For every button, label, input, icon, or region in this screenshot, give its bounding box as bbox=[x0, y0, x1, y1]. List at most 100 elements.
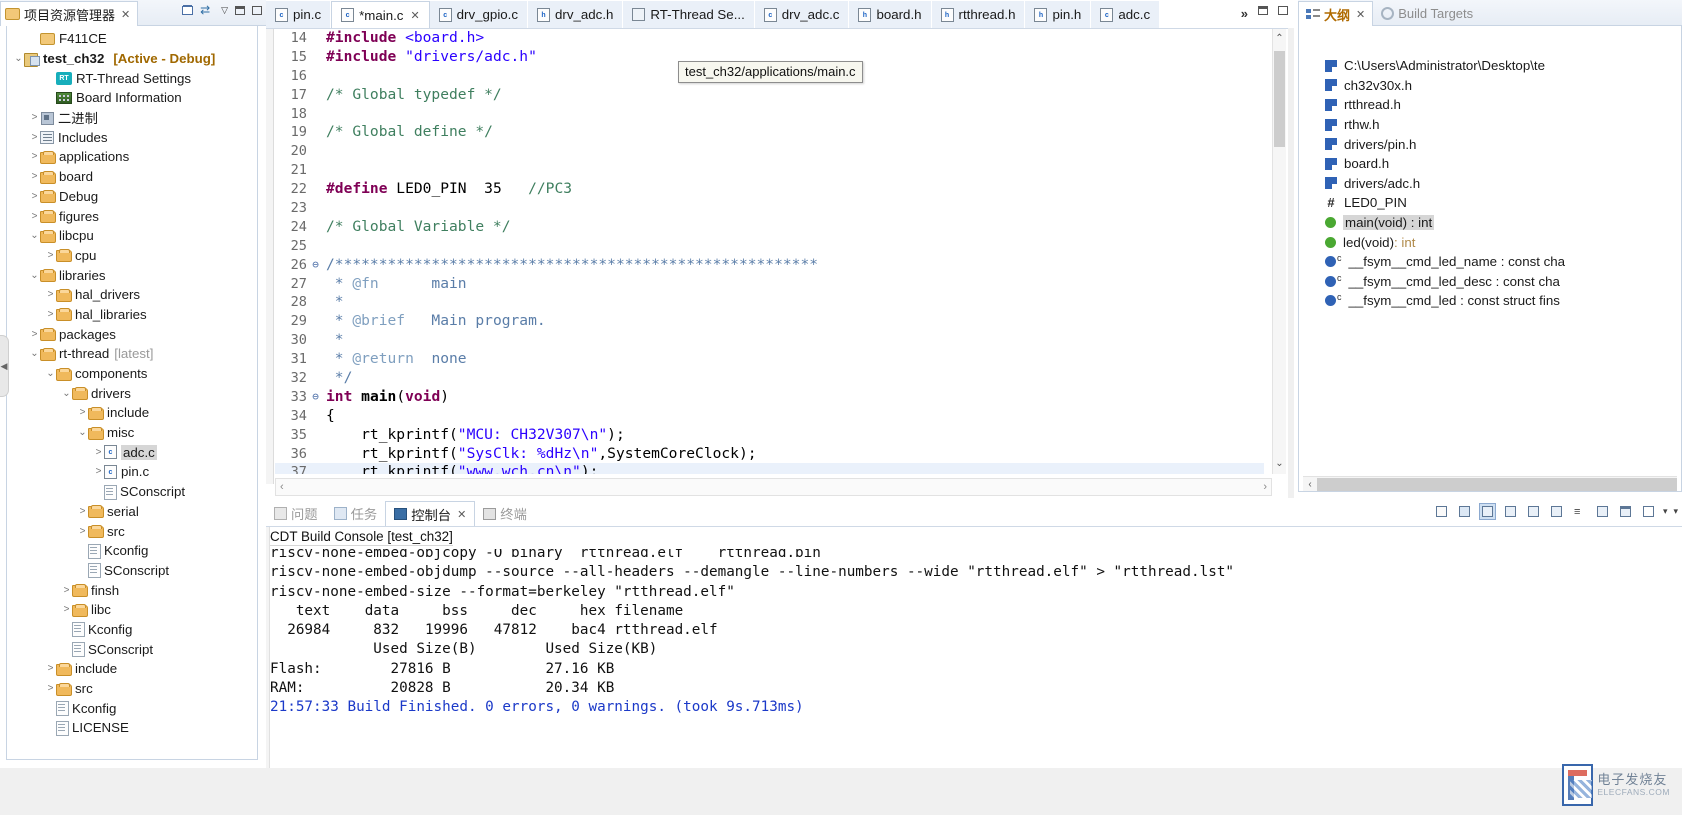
console-tab[interactable]: 问题 bbox=[266, 501, 326, 526]
outline-item[interactable]: main(void) : int bbox=[1299, 213, 1681, 233]
chevron-right-icon[interactable]: > bbox=[45, 703, 56, 714]
editor-tab[interactable]: c drv_gpio.c bbox=[429, 1, 529, 28]
editor-horizontal-scrollbar[interactable]: ‹ › bbox=[275, 478, 1272, 496]
outline-horizontal-scrollbar[interactable]: ‹ bbox=[1303, 476, 1677, 491]
chevron-right-icon[interactable]: > bbox=[29, 151, 40, 162]
chevron-right-icon[interactable]: > bbox=[45, 289, 56, 300]
link-with-editor-icon[interactable]: ⇄ bbox=[200, 4, 214, 17]
chevron-down-icon[interactable]: ⌄ bbox=[13, 53, 24, 64]
minimize-icon[interactable] bbox=[1617, 503, 1634, 520]
tree-item[interactable]: > F411CE bbox=[7, 29, 257, 49]
editor-tab[interactable]: h board.h bbox=[849, 1, 932, 28]
editor-minimize-icon[interactable] bbox=[1258, 6, 1268, 15]
outline-item[interactable]: board.h bbox=[1299, 154, 1681, 174]
console-output[interactable]: riscv-none-embed-objcopy -O binary rtthr… bbox=[270, 549, 1678, 766]
tree-item[interactable]: > include bbox=[7, 659, 257, 679]
editor-vertical-scrollbar[interactable]: ⌃ ⌄ bbox=[1272, 29, 1286, 474]
fold-toggle-icon[interactable]: ⊖ bbox=[311, 388, 320, 407]
outline-item[interactable]: led(void) : int bbox=[1299, 232, 1681, 252]
chevron-right-icon[interactable]: > bbox=[29, 33, 40, 44]
scroll-lock-icon[interactable] bbox=[1456, 503, 1473, 520]
tree-item[interactable]: ⌄ misc bbox=[7, 423, 257, 443]
chevron-right-icon[interactable]: > bbox=[29, 171, 40, 182]
tree-item[interactable]: > Kconfig bbox=[7, 541, 257, 561]
chevron-right-icon[interactable]: > bbox=[77, 526, 88, 537]
chevron-right-icon[interactable]: > bbox=[45, 309, 56, 320]
display-selected-console-icon[interactable] bbox=[1502, 503, 1519, 520]
console-tab[interactable]: 终端 bbox=[475, 501, 535, 526]
editor-tab[interactable]: RT-Thread Se... bbox=[623, 1, 755, 28]
scrollbar-thumb[interactable] bbox=[1317, 477, 1677, 491]
outline-item[interactable]: drivers/pin.h bbox=[1299, 134, 1681, 154]
chevron-right-icon[interactable]: > bbox=[93, 447, 104, 458]
editor-tab[interactable]: c *main.c ✕ bbox=[331, 1, 430, 28]
chevron-right-icon[interactable]: > bbox=[77, 506, 88, 517]
maximize-icon[interactable] bbox=[1640, 503, 1657, 520]
new-console-view-icon[interactable] bbox=[1548, 503, 1565, 520]
chevron-right-icon[interactable]: > bbox=[77, 545, 88, 556]
chevron-down-icon[interactable]: ⌄ bbox=[29, 270, 40, 281]
clear-console-icon[interactable] bbox=[1433, 503, 1450, 520]
tree-item[interactable]: > figures bbox=[7, 206, 257, 226]
chevron-right-icon[interactable]: > bbox=[61, 644, 72, 655]
close-icon[interactable]: ✕ bbox=[410, 9, 419, 22]
tab-outline[interactable]: 大纲 ✕ bbox=[1298, 1, 1374, 26]
editor-tab[interactable]: c pin.c bbox=[266, 1, 332, 28]
fold-toggle-icon[interactable]: ⊖ bbox=[311, 256, 320, 275]
sidebar-collapse-handle[interactable]: ◀ bbox=[0, 335, 9, 397]
tree-item[interactable]: ⌄ test_ch32 [Active - Debug] bbox=[7, 49, 257, 69]
chevron-down-icon[interactable]: ⌄ bbox=[29, 348, 40, 359]
outline-item[interactable]: C:\Users\Administrator\Desktop\te bbox=[1299, 56, 1681, 76]
chevron-right-icon[interactable]: > bbox=[29, 191, 40, 202]
tree-item[interactable]: > Board Information bbox=[7, 88, 257, 108]
outline-item[interactable]: # LED0_PIN bbox=[1299, 193, 1681, 213]
chevron-down-icon[interactable]: ⌄ bbox=[77, 427, 88, 438]
chevron-right-icon[interactable]: > bbox=[61, 604, 72, 615]
console-tab[interactable]: 任务 bbox=[326, 501, 386, 526]
tree-item[interactable]: ⌄ rt-thread [latest] bbox=[7, 344, 257, 364]
outline-item[interactable]: rtthread.h bbox=[1299, 95, 1681, 115]
scroll-left-icon[interactable]: ‹ bbox=[1303, 479, 1317, 490]
window-dropdown-icon[interactable]: ▾ bbox=[1673, 506, 1678, 517]
chevron-right-icon[interactable]: > bbox=[45, 250, 56, 261]
tree-item[interactable]: > src bbox=[7, 679, 257, 699]
chevron-down-icon[interactable]: ⌄ bbox=[29, 230, 40, 241]
minimize-icon[interactable] bbox=[235, 6, 245, 15]
outline-item[interactable]: c __fsym__cmd_led_desc : const cha bbox=[1299, 272, 1681, 292]
tree-item[interactable]: > Includes bbox=[7, 127, 257, 147]
chevron-right-icon[interactable]: > bbox=[29, 211, 40, 222]
scrollbar-thumb[interactable] bbox=[1274, 51, 1285, 147]
chevron-right-icon[interactable]: > bbox=[29, 112, 40, 123]
tree-item[interactable]: > 二进制 bbox=[7, 108, 257, 128]
chevron-right-icon[interactable]: > bbox=[61, 585, 72, 596]
tree-item[interactable]: ⌄ libraries bbox=[7, 265, 257, 285]
chevron-right-icon[interactable]: > bbox=[45, 92, 56, 103]
tab-build-targets[interactable]: Build Targets bbox=[1373, 0, 1481, 25]
chevron-right-icon[interactable]: > bbox=[45, 73, 56, 84]
scroll-right-icon[interactable]: › bbox=[1263, 481, 1267, 493]
close-icon[interactable]: ✕ bbox=[121, 8, 130, 21]
editor-tab[interactable]: h drv_adc.h bbox=[528, 1, 624, 28]
close-icon[interactable]: ✕ bbox=[1356, 8, 1365, 21]
show-console-icon[interactable] bbox=[1594, 503, 1611, 520]
chevron-right-icon[interactable]: > bbox=[93, 486, 104, 497]
chevron-right-icon[interactable]: > bbox=[93, 466, 104, 477]
chevron-right-icon[interactable]: > bbox=[45, 663, 56, 674]
code-area[interactable]: 14 #include <board.h> 15 #include "drivers/… bbox=[275, 29, 1264, 474]
console-tab[interactable]: 控制台 ✕ bbox=[385, 501, 476, 526]
collapse-all-icon[interactable] bbox=[182, 6, 194, 15]
tree-item[interactable]: > src bbox=[7, 521, 257, 541]
tree-item[interactable]: > finsh bbox=[7, 580, 257, 600]
tab-project-explorer[interactable]: 项目资源管理器 ✕ bbox=[0, 1, 139, 26]
editor-tab[interactable]: h pin.h bbox=[1025, 1, 1092, 28]
tree-item[interactable]: > Kconfig bbox=[7, 620, 257, 640]
outline-item[interactable]: c __fsym__cmd_led_name : const cha bbox=[1299, 252, 1681, 272]
tree-item[interactable]: > packages bbox=[7, 324, 257, 344]
tree-item[interactable]: > hal_libraries bbox=[7, 305, 257, 325]
tree-item[interactable]: >RT RT-Thread Settings bbox=[7, 68, 257, 88]
tree-item[interactable]: > Kconfig bbox=[7, 698, 257, 718]
outline-item[interactable]: c __fsym__cmd_led : const struct fins bbox=[1299, 291, 1681, 311]
chevron-right-icon[interactable]: > bbox=[45, 683, 56, 694]
close-icon[interactable]: ✕ bbox=[457, 508, 466, 521]
tree-item[interactable]: > applications bbox=[7, 147, 257, 167]
